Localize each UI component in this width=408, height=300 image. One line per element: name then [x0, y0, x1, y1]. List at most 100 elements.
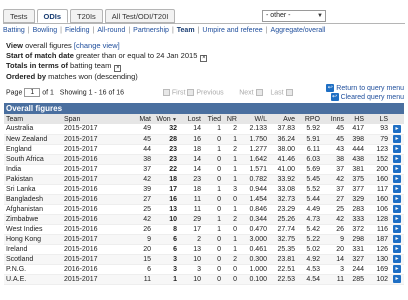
- column-header-w-l[interactable]: W/L: [240, 114, 270, 124]
- first-page-link[interactable]: First: [172, 89, 186, 96]
- team-name[interactable]: Australia: [4, 124, 62, 135]
- team-name[interactable]: Scotland: [4, 254, 62, 265]
- row-expand-icon[interactable]: ▸: [393, 275, 401, 283]
- next-page-link[interactable]: Next: [239, 89, 253, 96]
- column-header-ave[interactable]: Ave: [270, 114, 298, 124]
- cell-inns: 43: [323, 144, 347, 155]
- stats-table: Team Span Mat Won ▼ Lost Tied NR W/L Ave RPO Inns H…: [4, 114, 404, 285]
- row-action-cell: ▸: [391, 204, 404, 215]
- row-expand-icon[interactable]: ▸: [393, 225, 401, 233]
- column-header-nr[interactable]: NR: [224, 114, 240, 124]
- cell-nr: 3: [224, 184, 240, 195]
- column-header-inns[interactable]: Inns: [323, 114, 347, 124]
- cell-ls: 160: [367, 174, 391, 185]
- team-name[interactable]: Hong Kong: [4, 234, 62, 245]
- column-header-rpo[interactable]: RPO: [298, 114, 323, 124]
- row-expand-icon[interactable]: ▸: [393, 245, 401, 253]
- row-expand-icon[interactable]: ▸: [393, 235, 401, 243]
- cell-inns: 37: [323, 184, 347, 195]
- subnav-team[interactable]: Team: [177, 27, 195, 34]
- last-page-link[interactable]: Last: [270, 89, 283, 96]
- cleared-query-link[interactable]: ↩ Cleared query menu: [330, 93, 404, 101]
- row-expand-icon[interactable]: ▸: [393, 124, 401, 133]
- column-header-label: NR: [226, 115, 237, 123]
- cell-mat: 20: [132, 244, 154, 255]
- column-header-label: HS: [354, 115, 364, 123]
- cell-ls: 126: [367, 244, 391, 255]
- subnav-batting[interactable]: Batting: [3, 27, 25, 34]
- row-expand-icon[interactable]: ▸: [393, 255, 401, 263]
- row-expand-icon[interactable]: ▸: [393, 215, 401, 223]
- subnav-fielding[interactable]: Fielding: [65, 27, 90, 34]
- cell-w-l: 0.470: [240, 224, 270, 235]
- column-header-tied[interactable]: Tied: [204, 114, 224, 124]
- subnav-partnership[interactable]: Partnership: [133, 27, 169, 34]
- subnav-all-round[interactable]: All-round: [97, 27, 125, 34]
- subnav-umpire-and-referee[interactable]: Umpire and referee: [202, 27, 262, 34]
- row-expand-icon[interactable]: ▸: [393, 175, 401, 183]
- cell-hs: 377: [347, 184, 367, 195]
- column-header-mat[interactable]: Mat: [132, 114, 154, 124]
- column-header-won[interactable]: Won ▼: [154, 114, 180, 124]
- page-suffix: of 1: [42, 89, 54, 97]
- team-name[interactable]: P.N.G.: [4, 264, 62, 275]
- row-expand-icon[interactable]: ▸: [393, 195, 401, 203]
- subnav-aggregate-overall[interactable]: Aggregate/overall: [271, 27, 326, 34]
- cell-ave: 38.00: [270, 144, 298, 155]
- cell-won: 1: [154, 274, 180, 285]
- column-header-span[interactable]: Span: [62, 114, 132, 124]
- team-name[interactable]: Pakistan: [4, 174, 62, 185]
- cell-won: 10: [154, 214, 180, 225]
- column-header-hs[interactable]: HS: [347, 114, 367, 124]
- tab-odis[interactable]: ODIs: [36, 9, 69, 23]
- row-expand-icon[interactable]: ▸: [393, 145, 401, 153]
- row-expand-icon[interactable]: ▸: [393, 165, 401, 173]
- row-expand-icon[interactable]: ▸: [393, 185, 401, 193]
- cell-ave: 41.00: [270, 164, 298, 175]
- team-name[interactable]: India: [4, 164, 62, 175]
- cell-ave: 36.24: [270, 134, 298, 145]
- team-name[interactable]: New Zealand: [4, 134, 62, 145]
- row-expand-icon[interactable]: ▸: [393, 135, 401, 143]
- tab-all-test-odi-t20i[interactable]: All Test/ODI/T20I: [104, 9, 176, 23]
- stats-grid: Overall figures Team Span Mat Won ▼ Lost Tied…: [4, 103, 404, 285]
- cell-inns: 38: [323, 154, 347, 165]
- subnav-bowling[interactable]: Bowling: [33, 27, 58, 34]
- other-select[interactable]: - other - ▼: [262, 10, 326, 22]
- team-name[interactable]: South Africa: [4, 154, 62, 165]
- team-name[interactable]: Ireland: [4, 244, 62, 255]
- team-name[interactable]: U.A.E.: [4, 274, 62, 285]
- cell-ave: 32.73: [270, 194, 298, 205]
- cell-lost: 18: [180, 144, 204, 155]
- column-header-team[interactable]: Team: [4, 114, 62, 124]
- return-query-label: Return to query menu: [336, 84, 404, 92]
- column-header-ls[interactable]: LS: [367, 114, 391, 124]
- tab-t20is[interactable]: T20Is: [70, 9, 103, 23]
- team-name[interactable]: Bangladesh: [4, 194, 62, 205]
- change-view-link[interactable]: [change view]: [74, 41, 120, 50]
- cell-inns: 11: [323, 274, 347, 285]
- cell-ave: 33.08: [270, 184, 298, 195]
- next-page-icon[interactable]: [255, 89, 263, 96]
- cell-span: 2015-2016: [62, 244, 132, 255]
- previous-page-icon[interactable]: [187, 89, 195, 96]
- row-expand-icon[interactable]: ▸: [393, 155, 401, 163]
- tab-tests[interactable]: Tests: [3, 9, 35, 23]
- column-header-lost[interactable]: Lost: [180, 114, 204, 124]
- team-name[interactable]: Zimbabwe: [4, 214, 62, 225]
- remove-filter-icon[interactable]: ×: [200, 55, 208, 62]
- team-name[interactable]: Afghanistan: [4, 204, 62, 215]
- page-number-input[interactable]: 1: [24, 88, 41, 97]
- previous-page-link[interactable]: Previous: [196, 89, 223, 96]
- team-name[interactable]: England: [4, 144, 62, 155]
- remove-filter-icon[interactable]: ×: [114, 65, 122, 72]
- row-expand-icon[interactable]: ▸: [393, 265, 401, 273]
- cell-span: 2015-2016: [62, 224, 132, 235]
- first-page-icon[interactable]: [162, 89, 170, 96]
- row-expand-icon[interactable]: ▸: [393, 205, 401, 213]
- return-query-link[interactable]: ↩ Return to query menu: [326, 84, 404, 92]
- cell-nr: 0: [224, 274, 240, 285]
- last-page-icon[interactable]: [285, 89, 293, 96]
- team-name[interactable]: Sri Lanka: [4, 184, 62, 195]
- team-name[interactable]: West Indies: [4, 224, 62, 235]
